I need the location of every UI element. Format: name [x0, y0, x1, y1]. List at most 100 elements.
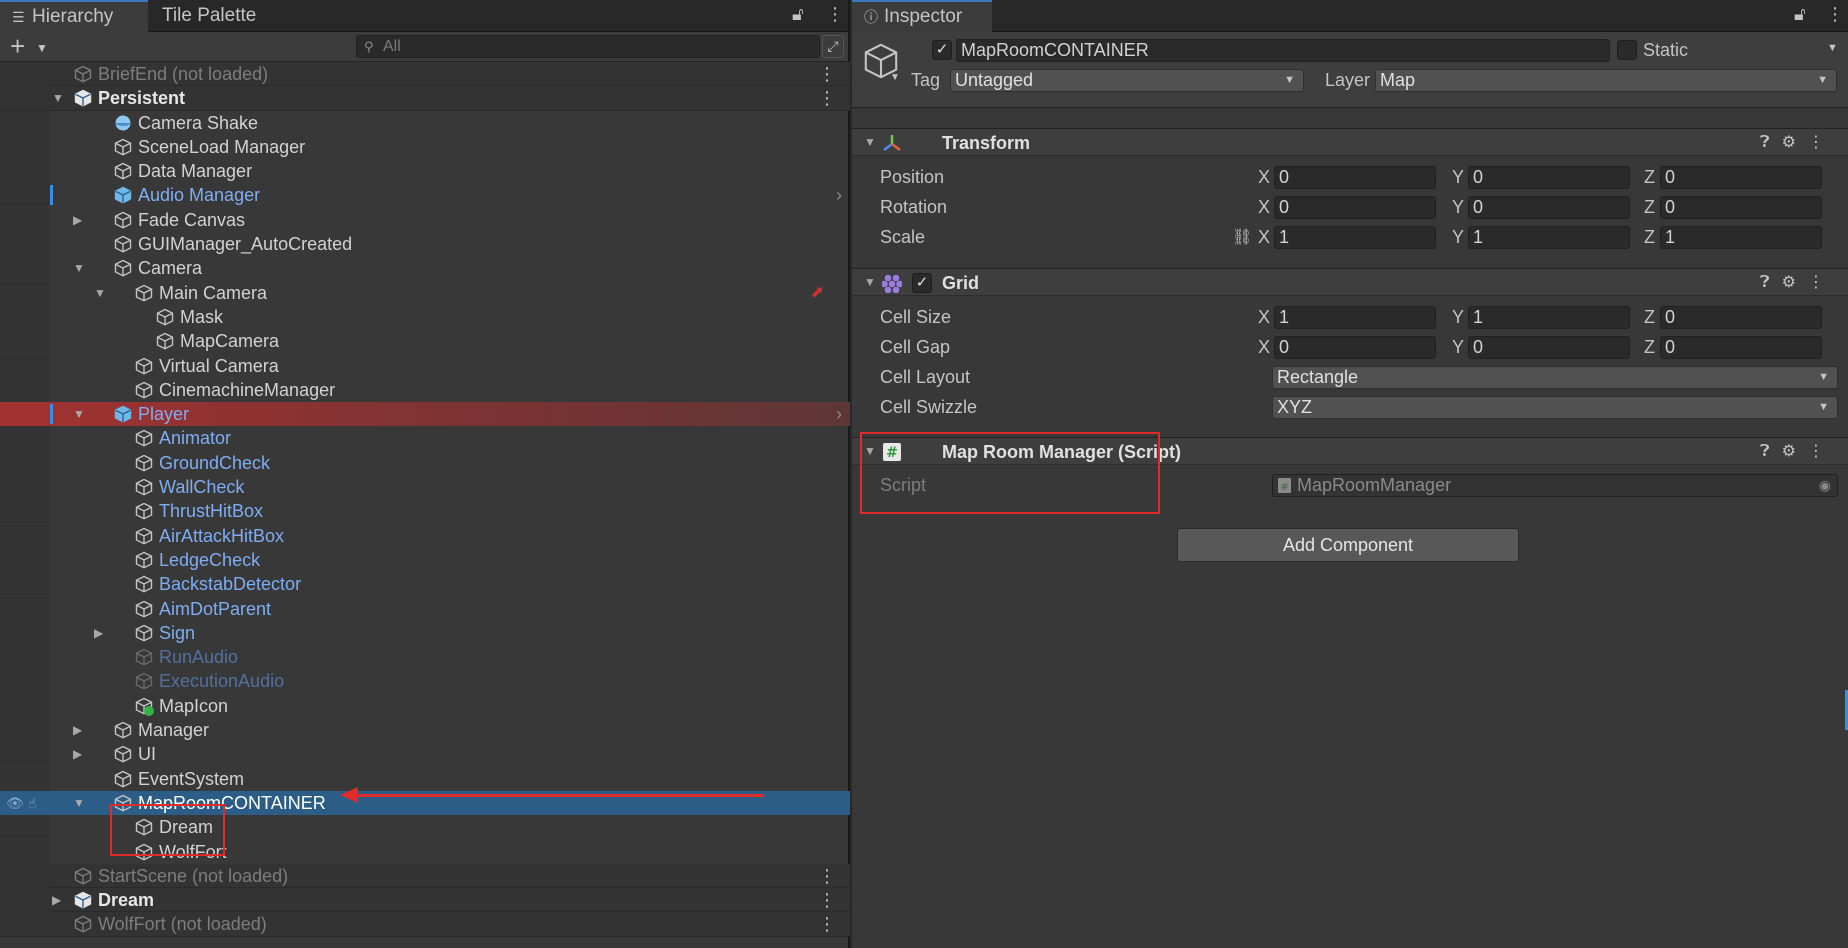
row-gutter[interactable]	[0, 256, 50, 281]
y-value-field[interactable]: 0	[1468, 336, 1630, 359]
search-options-icon[interactable]: ⤢	[822, 35, 844, 58]
row-gutter[interactable]	[0, 912, 50, 937]
row-gutter[interactable]	[0, 547, 50, 572]
y-value-field[interactable]: 1	[1468, 226, 1630, 249]
row-gutter[interactable]	[0, 620, 50, 645]
kebab-menu-icon[interactable]: ⋮	[818, 62, 836, 86]
x-value-field[interactable]: 0	[1274, 336, 1436, 359]
hierarchy-row[interactable]: Mask	[0, 304, 850, 329]
row-gutter[interactable]	[0, 572, 50, 597]
row-gutter[interactable]	[0, 742, 50, 767]
scene-row[interactable]: ▼ Persistent ⋮	[0, 86, 850, 111]
x-value-field[interactable]: 0	[1274, 196, 1436, 219]
row-gutter[interactable]	[0, 523, 50, 548]
expanded-arrow-icon[interactable]: ▼	[73, 256, 85, 280]
kebab-menu-icon[interactable]: ⋮	[1826, 4, 1844, 25]
hierarchy-row[interactable]: AirAttackHitBox	[0, 523, 850, 548]
row-gutter[interactable]	[0, 669, 50, 694]
kebab-menu-icon[interactable]: ⋮	[818, 86, 836, 110]
hierarchy-row[interactable]: CinemachineManager	[0, 377, 850, 402]
row-gutter[interactable]	[0, 426, 50, 451]
tab-inspector[interactable]: ⓘ Inspector	[852, 0, 992, 32]
camera-warning-icon[interactable]: ⬈	[811, 281, 824, 305]
object-picker-icon[interactable]: ◉	[1819, 475, 1831, 496]
link-unlink-icon[interactable]: ⛓︎	[1232, 227, 1252, 247]
help-icon[interactable]: ❓︎	[1760, 443, 1782, 460]
expanded-arrow-icon[interactable]: ▼	[52, 86, 64, 110]
x-value-field[interactable]: 1	[1274, 306, 1436, 329]
scene-row[interactable]: WolfFort (not loaded) ⋮	[0, 912, 850, 937]
tab-tile-palette[interactable]: Tile Palette	[150, 0, 300, 32]
chevron-right-icon[interactable]: ›	[836, 183, 842, 207]
hierarchy-row[interactable]: ▶ Manager	[0, 718, 850, 743]
row-gutter[interactable]	[0, 693, 50, 718]
x-value-field[interactable]: 1	[1274, 226, 1436, 249]
scene-row[interactable]: StartScene (not loaded) ⋮	[0, 863, 850, 889]
visibility-eye-icon[interactable]: 👁︎	[6, 791, 24, 815]
presets-icon[interactable]: ⚙︎	[1782, 134, 1808, 151]
script-object-field[interactable]: # MapRoomManager ◉	[1272, 474, 1838, 497]
hierarchy-row[interactable]: BackstabDetector	[0, 572, 850, 597]
cell-layout-dropdown[interactable]: Rectangle ▼	[1272, 366, 1838, 389]
hierarchy-row[interactable]: RunAudio	[0, 645, 850, 670]
chevron-down-icon[interactable]: ▼	[36, 41, 48, 55]
create-plus-icon[interactable]: +	[10, 32, 25, 60]
hierarchy-row[interactable]: MapCamera	[0, 329, 850, 354]
chevron-down-icon[interactable]: ▼	[890, 72, 900, 83]
y-value-field[interactable]: 1	[1468, 306, 1630, 329]
row-gutter[interactable]	[0, 839, 50, 864]
transform-header[interactable]: ▼ Transform ❓︎⚙︎⋮	[852, 128, 1848, 156]
hierarchy-row[interactable]: Camera Shake	[0, 110, 850, 135]
row-gutter[interactable]	[0, 596, 50, 621]
hierarchy-row[interactable]: Data Manager	[0, 159, 850, 184]
expanded-arrow-icon[interactable]: ▼	[73, 402, 85, 426]
kebab-menu-icon[interactable]: ⋮	[818, 912, 836, 936]
scene-row[interactable]: ▶ Dream ⋮	[0, 888, 850, 913]
help-icon[interactable]: ❓︎	[1760, 134, 1782, 151]
active-checkbox[interactable]: ✓	[932, 40, 952, 60]
hierarchy-row[interactable]: LedgeCheck	[0, 547, 850, 572]
kebab-menu-icon[interactable]: ⋮	[1808, 134, 1836, 151]
expanded-arrow-icon[interactable]: ▼	[94, 281, 106, 305]
row-gutter[interactable]	[0, 232, 50, 257]
collapsed-arrow-icon[interactable]: ▶	[94, 621, 103, 645]
row-gutter[interactable]	[0, 499, 50, 524]
row-gutter[interactable]	[0, 475, 50, 500]
kebab-menu-icon[interactable]: ⋮	[818, 864, 836, 888]
hierarchy-row[interactable]: SceneLoad Manager	[0, 134, 850, 159]
kebab-menu-icon[interactable]: ⋮	[818, 888, 836, 912]
hierarchy-row[interactable]: ▶ UI	[0, 742, 850, 767]
presets-icon[interactable]: ⚙︎	[1782, 443, 1808, 460]
hierarchy-row[interactable]: MapIcon	[0, 693, 850, 718]
hierarchy-row[interactable]: ▼ Main Camera ⬈	[0, 280, 850, 305]
row-gutter[interactable]	[0, 86, 50, 111]
hierarchy-row[interactable]: Virtual Camera	[0, 353, 850, 378]
cell-swizzle-dropdown[interactable]: XYZ ▼	[1272, 396, 1838, 419]
z-value-field[interactable]: 0	[1660, 306, 1822, 329]
row-gutter[interactable]	[0, 718, 50, 743]
row-gutter[interactable]	[0, 183, 50, 208]
y-value-field[interactable]: 0	[1468, 196, 1630, 219]
hierarchy-row[interactable]: GUIManager_AutoCreated	[0, 232, 850, 257]
hierarchy-row[interactable]: ▶ Fade Canvas	[0, 207, 850, 232]
z-value-field[interactable]: 0	[1660, 336, 1822, 359]
x-value-field[interactable]: 0	[1274, 166, 1436, 189]
row-gutter[interactable]	[0, 304, 50, 329]
static-checkbox[interactable]	[1617, 40, 1637, 60]
collapsed-arrow-icon[interactable]: ▶	[52, 888, 61, 912]
help-icon[interactable]: ❓︎	[1760, 274, 1782, 291]
grid-enabled-checkbox[interactable]: ✓	[912, 273, 932, 293]
expanded-arrow-icon[interactable]: ▼	[73, 791, 85, 815]
hierarchy-row[interactable]: ThrustHitBox	[0, 499, 850, 524]
kebab-menu-icon[interactable]: ⋮	[826, 4, 844, 25]
z-value-field[interactable]: 0	[1660, 196, 1822, 219]
row-gutter[interactable]	[0, 280, 50, 305]
y-value-field[interactable]: 0	[1468, 166, 1630, 189]
row-gutter[interactable]	[0, 450, 50, 475]
hierarchy-row[interactable]: ExecutionAudio	[0, 669, 850, 694]
row-gutter[interactable]	[0, 159, 50, 184]
row-gutter[interactable]	[0, 645, 50, 670]
kebab-menu-icon[interactable]: ⋮	[1808, 274, 1836, 291]
row-gutter[interactable]	[0, 353, 50, 378]
lock-icon[interactable]: 🔓︎	[1794, 4, 1806, 25]
